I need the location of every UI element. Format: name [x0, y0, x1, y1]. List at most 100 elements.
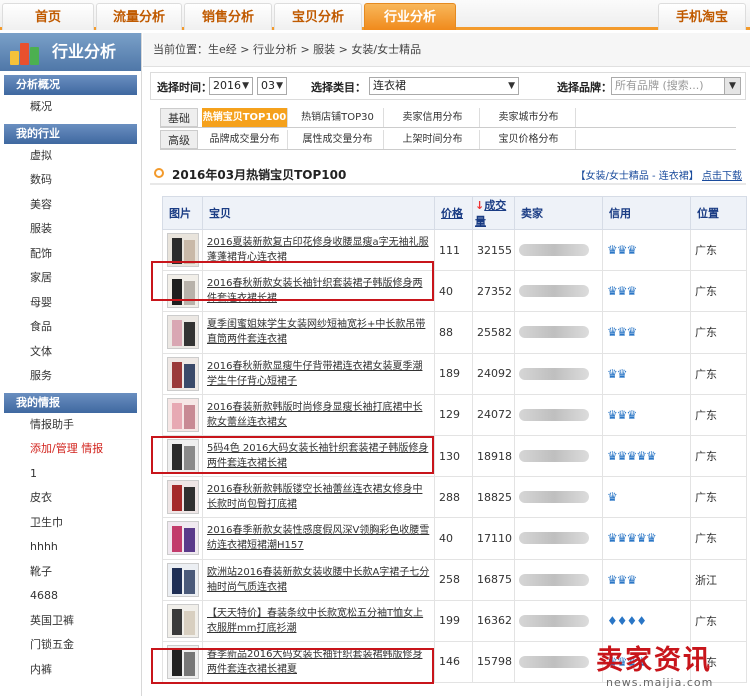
year-value: 2016	[213, 79, 241, 92]
crown-icon: ♛♛	[607, 366, 627, 381]
tab-listing-time[interactable]: 上架时间分布	[386, 130, 480, 149]
tab-traffic-analysis[interactable]: 流量分析	[96, 3, 182, 30]
sidebar-item-sports[interactable]: 文体	[0, 340, 141, 365]
tab-brand-volume[interactable]: 品牌成交量分布	[202, 130, 288, 149]
blurred-seller	[519, 326, 589, 339]
brand-placeholder: 所有品牌 (搜索...)	[615, 79, 704, 92]
sidebar-item-intel[interactable]: 4688	[0, 584, 141, 609]
sidebar-item-intel[interactable]: 门锁五金	[0, 633, 141, 658]
seller-credit: ♛♛♛	[602, 393, 691, 436]
sidebar-item-intel[interactable]: 内裤	[0, 658, 141, 683]
tab-hot-shops-top30[interactable]: 热销店铺TOP30	[292, 108, 384, 127]
sidebar-item-virtual[interactable]: 虚拟	[0, 144, 141, 169]
tab-price-distribution[interactable]: 宝贝价格分布	[482, 130, 576, 149]
item-thumbnail[interactable]	[167, 603, 199, 638]
item-volume: 18825	[472, 476, 515, 519]
table-row[interactable]: 【天天特价】春装条纹中长款宽松五分袖T恤女上衣服胖mm打底衫潮 199 16362 ♦…	[162, 599, 747, 642]
item-link[interactable]: 2016春秋新款韩版镂空长袖蕾丝连衣裙女修身中长款时尚包臀打底裙	[207, 482, 434, 512]
sidebar-item-intel[interactable]: 靴子	[0, 560, 141, 585]
item-link[interactable]: 2016春季新款女装性感度假风深V领胸彩色收腰雪纺连衣裙短裙潮H157	[207, 523, 434, 553]
item-link[interactable]: 2016春秋新款显瘦牛仔背带裙连衣裙女装夏季潮学生牛仔背心短裙子	[207, 359, 434, 389]
table-row[interactable]: 欧洲站2016春装新款女装收腰中长款A字裙子七分袖时尚气质连衣裙 258 16875…	[162, 558, 747, 601]
sidebar-item-digital[interactable]: 数码	[0, 168, 141, 193]
download-link[interactable]: 点击下载	[702, 171, 742, 182]
tab-attribute-volume[interactable]: 属性成交量分布	[292, 130, 384, 149]
col-header-image: 图片	[162, 196, 203, 230]
tab-mobile-taobao[interactable]: 手机淘宝	[658, 3, 746, 30]
item-thumbnail[interactable]	[167, 356, 199, 391]
item-thumbnail[interactable]	[167, 480, 199, 515]
item-name-cell: 2016春装新款韩版时尚修身显瘦长袖打底裙中长款女蕾丝连衣裙女	[202, 393, 435, 436]
tab-hot-items-top100[interactable]: 热销宝贝TOP100	[202, 108, 288, 127]
col-header-volume[interactable]: ↓成交量	[472, 196, 515, 230]
item-thumbnail-cell	[162, 393, 203, 436]
table-row[interactable]: 2016春秋新款韩版镂空长袖蕾丝连衣裙女修身中长款时尚包臀打底裙 288 18825…	[162, 476, 747, 519]
col-header-location: 位置	[690, 196, 747, 230]
tab-item-analysis[interactable]: 宝贝分析	[274, 3, 362, 30]
sidebar-section-my-intel[interactable]: 我的情报	[4, 392, 137, 413]
sidebar-item-home[interactable]: 家居	[0, 266, 141, 291]
sidebar-item-intel-assistant[interactable]: 情报助手	[0, 413, 141, 438]
sidebar-item-intel[interactable]: 卫生巾	[0, 511, 141, 536]
sidebar-item-beauty[interactable]: 美容	[0, 193, 141, 218]
col-header-price[interactable]: 价格	[434, 196, 473, 230]
sidebar-item-services[interactable]: 服务	[0, 364, 141, 389]
col-header-credit: 信用	[602, 196, 691, 230]
category-select[interactable]: 连衣裙 ▼	[369, 77, 519, 95]
highlight-box	[151, 436, 434, 474]
item-volume: 17110	[472, 517, 515, 560]
table-row[interactable]: 夏季闺蜜姐妹学生女装网纱短袖宽衫+中长款吊带直筒两件套连衣裙 88 25582 ♛♛♛…	[162, 311, 747, 354]
sidebar-item-intel[interactable]: 皮衣	[0, 486, 141, 511]
sidebar-item-baby[interactable]: 母婴	[0, 291, 141, 316]
tab-industry-analysis[interactable]: 行业分析	[364, 3, 456, 30]
sidebar-section-my-industry[interactable]: 我的行业	[4, 123, 137, 144]
sub-tabs-basic-row: 基础 热销宝贝TOP100 热销店铺TOP30 卖家信用分布 卖家城市分布	[160, 108, 736, 128]
sidebar-item-food[interactable]: 食品	[0, 315, 141, 340]
table-header-row: 图片 宝贝 价格 ↓成交量 卖家 信用 位置	[162, 196, 747, 230]
item-volume: 16362	[472, 599, 515, 642]
sidebar-item-clothing[interactable]: 服装	[0, 217, 141, 242]
blurred-seller	[519, 244, 589, 257]
seller-name-blurred	[514, 434, 603, 478]
item-link[interactable]: 2016春装新款韩版时尚修身显瘦长袖打底裙中长款女蕾丝连衣裙女	[207, 400, 434, 430]
item-thumbnail-cell	[162, 476, 203, 519]
blurred-seller	[519, 408, 589, 421]
sidebar-item-accessories[interactable]: 配饰	[0, 242, 141, 267]
blurred-seller	[519, 532, 589, 545]
tab-seller-credit[interactable]: 卖家信用分布	[386, 108, 480, 127]
item-link[interactable]: 【天天特价】春装条纹中长款宽松五分袖T恤女上衣服胖mm打底衫潮	[207, 606, 434, 636]
tab-seller-city[interactable]: 卖家城市分布	[482, 108, 576, 127]
table-row[interactable]: 2016春装新款韩版时尚修身显瘦长袖打底裙中长款女蕾丝连衣裙女 129 24072 ♛…	[162, 393, 747, 436]
sidebar-section-overview[interactable]: 分析概况	[4, 75, 137, 95]
sidebar-item-intel[interactable]: hhhh	[0, 535, 141, 560]
year-select[interactable]: 2016 ▼	[209, 77, 253, 95]
seller-credit: ♛♛	[602, 352, 691, 395]
sidebar-item-intel[interactable]: 英国卫裤	[0, 609, 141, 634]
item-thumbnail[interactable]	[167, 397, 199, 432]
item-price: 189	[434, 352, 473, 395]
tab-sales-analysis[interactable]: 销售分析	[184, 3, 272, 30]
crown-icon: ♛♛♛	[607, 572, 637, 587]
sidebar-item-manage-intel[interactable]: 添加/管理 情报	[0, 437, 141, 462]
sub-tabs-basic-label: 基础	[160, 108, 198, 127]
item-location: 广东	[690, 599, 747, 642]
chevron-down-icon[interactable]: ▼	[724, 78, 740, 94]
item-volume: 15798	[472, 640, 515, 684]
item-thumbnail[interactable]	[167, 562, 199, 597]
table-row[interactable]: 2016春季新款女装性感度假风深V领胸彩色收腰雪纺连衣裙短裙潮H157 40 171…	[162, 517, 747, 560]
brand-search-select[interactable]: 所有品牌 (搜索...) ▼	[611, 77, 741, 95]
sidebar-item-intel[interactable]: 1	[0, 462, 141, 487]
item-thumbnail[interactable]	[167, 315, 199, 350]
section-crumb-text: 【女装/女士精品 - 连衣裙】	[575, 171, 699, 182]
seller-credit: ♦♦♦♦	[602, 599, 691, 642]
month-select[interactable]: 03 ▼	[257, 77, 287, 95]
item-link[interactable]: 夏季闺蜜姐妹学生女装网纱短袖宽衫+中长款吊带直筒两件套连衣裙	[207, 317, 434, 347]
item-thumbnail[interactable]	[167, 521, 199, 556]
table-row[interactable]: 2016春秋新款显瘦牛仔背带裙连衣裙女装夏季潮学生牛仔背心短裙子 189 24092…	[162, 352, 747, 395]
item-link[interactable]: 欧洲站2016春装新款女装收腰中长款A字裙子七分袖时尚气质连衣裙	[207, 565, 434, 595]
sidebar-header: 行业分析	[0, 33, 141, 71]
tab-home[interactable]: 首页	[2, 3, 94, 30]
sidebar-item-overview[interactable]: 概况	[0, 95, 141, 120]
crown-icon: ♦♦♦♦	[607, 613, 647, 628]
item-name-cell: 欧洲站2016春装新款女装收腰中长款A字裙子七分袖时尚气质连衣裙	[202, 558, 435, 601]
